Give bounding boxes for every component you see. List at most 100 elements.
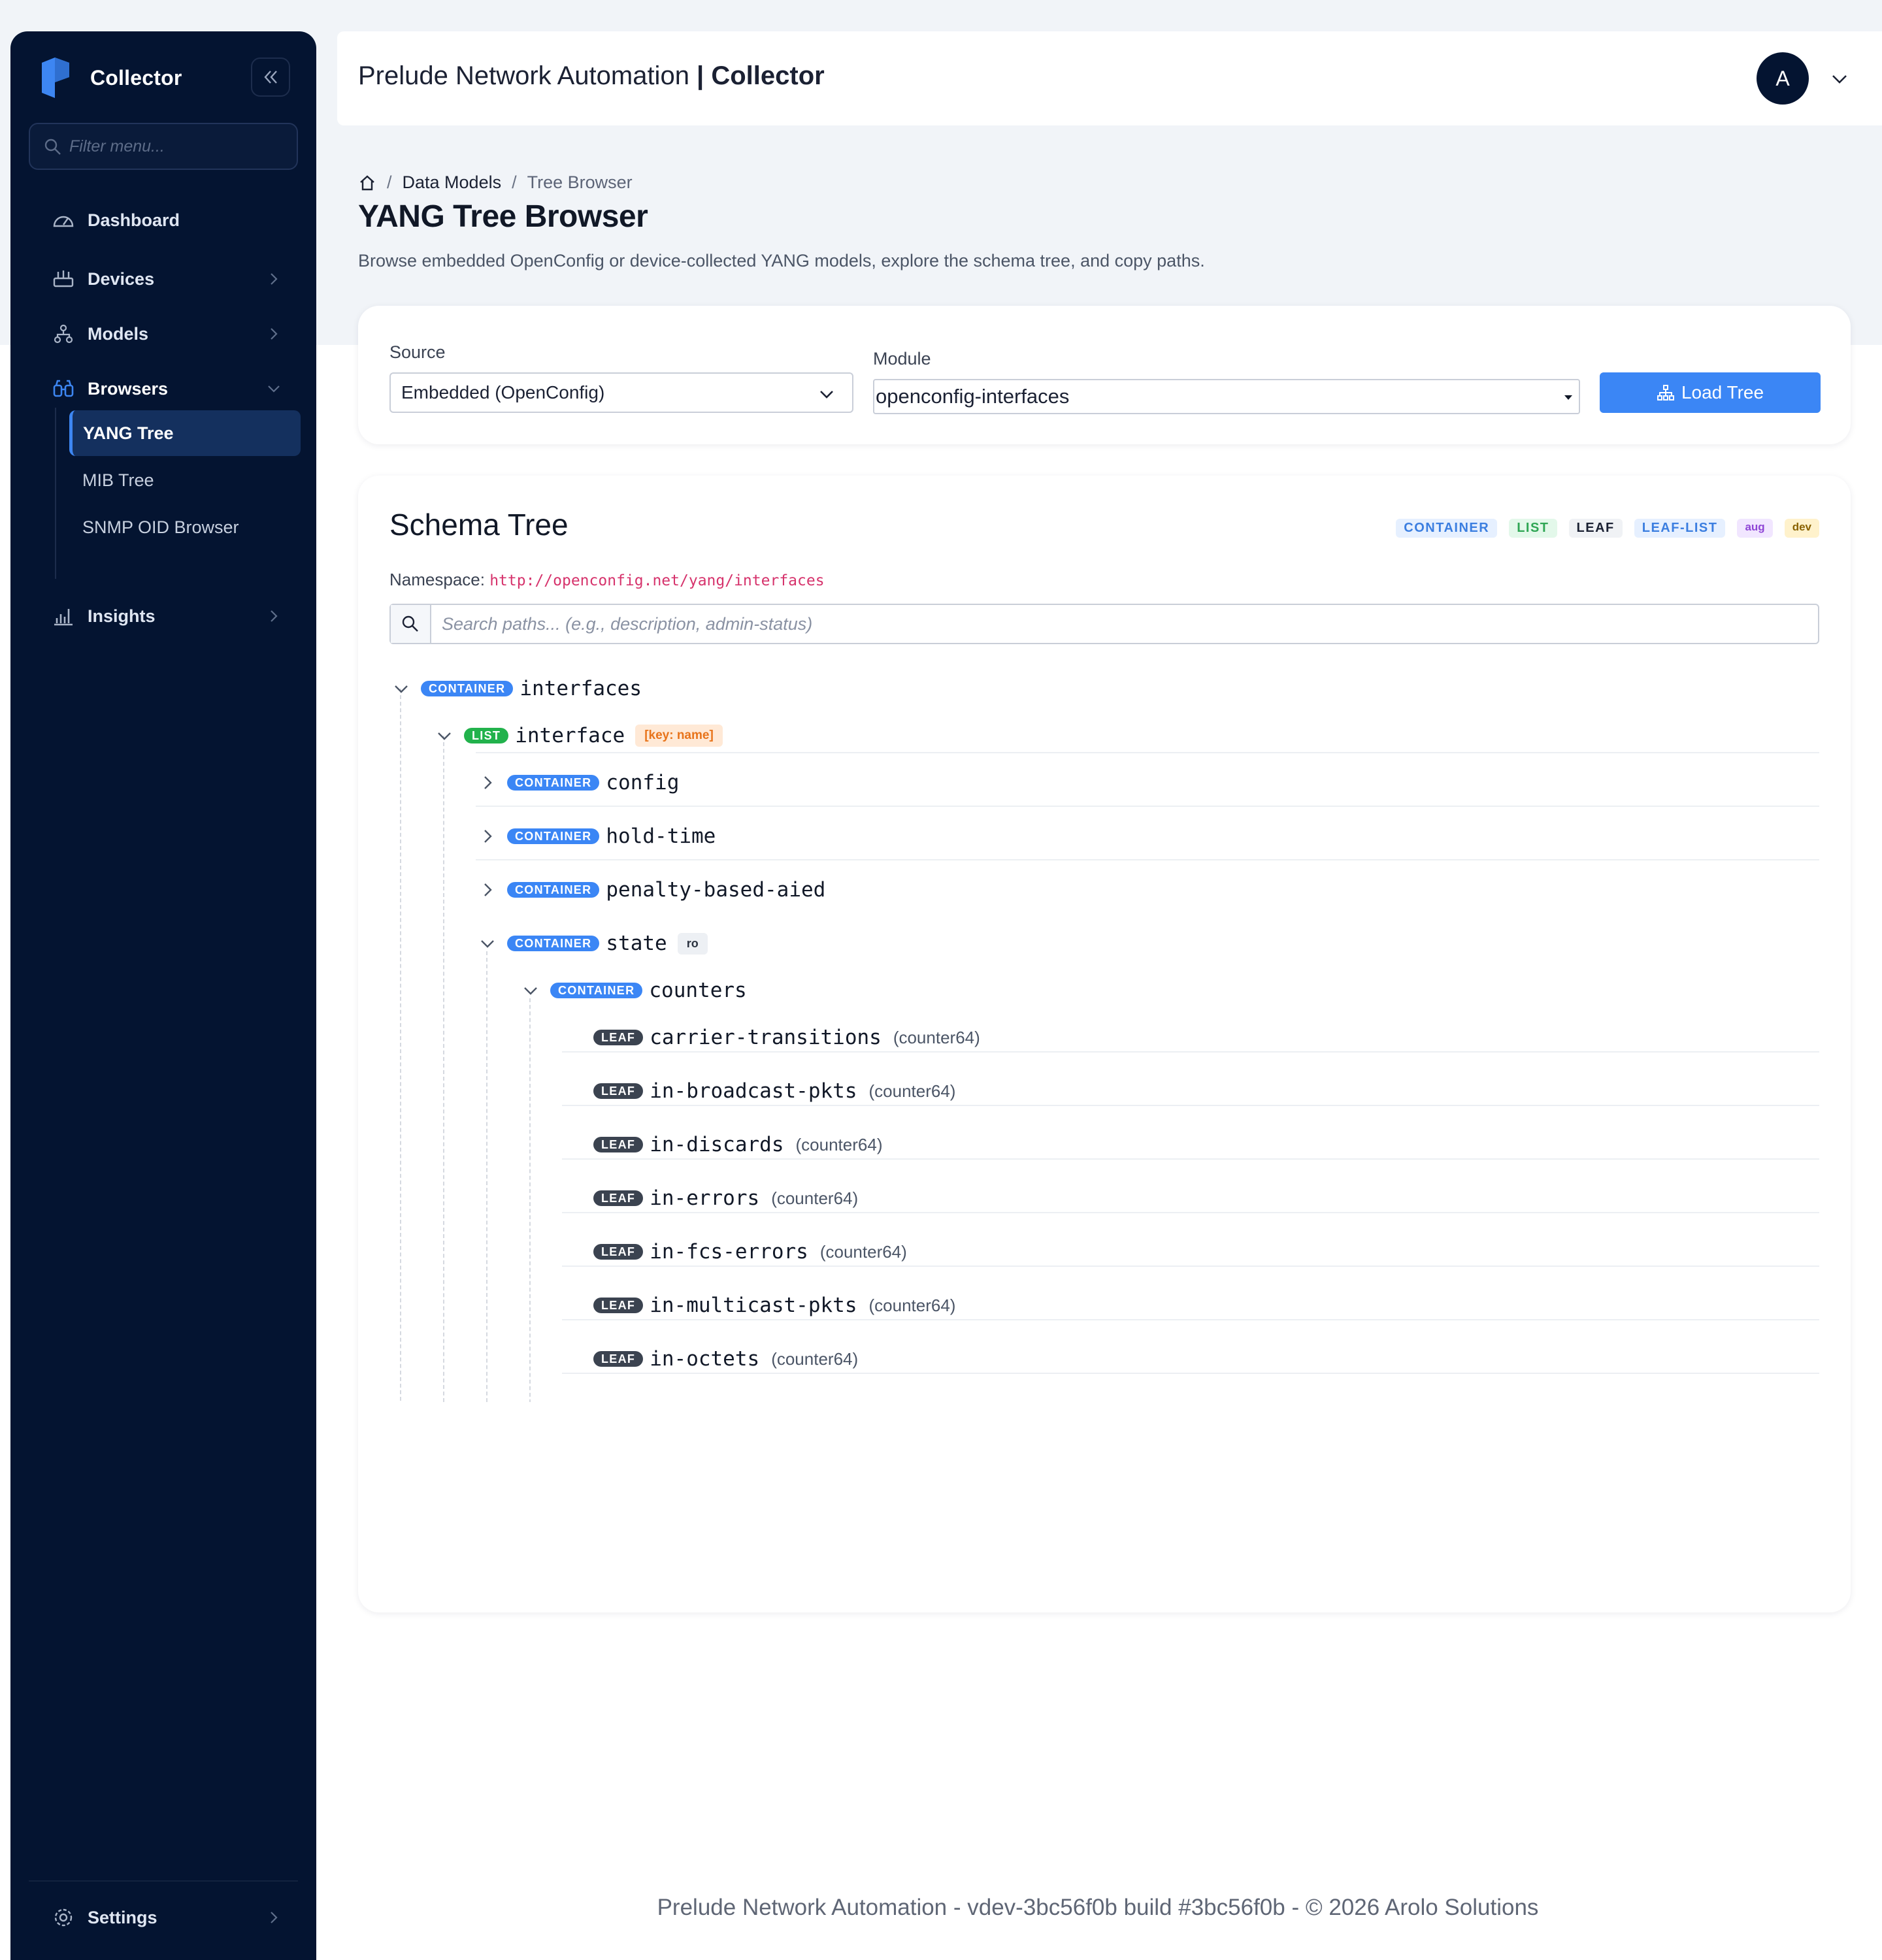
nav-insights[interactable]: Insights <box>29 595 298 638</box>
module-select[interactable]: openconfig-interfaces <box>873 379 1580 414</box>
chevron-down-icon[interactable] <box>519 979 542 1002</box>
tree-leaf-node[interactable]: LEAF in-broadcast-pkts (counter64) <box>562 1068 955 1115</box>
legend-dev: dev <box>1784 519 1819 538</box>
chevron-right-icon[interactable] <box>476 878 499 902</box>
sidebar-item-mib-tree[interactable]: MIB Tree <box>69 457 301 503</box>
home-icon[interactable] <box>358 174 376 192</box>
indent-guide <box>529 998 531 1402</box>
gauge-icon <box>53 216 74 227</box>
node-data-type: (counter64) <box>868 1081 956 1101</box>
schema-tree-title: Schema Tree <box>389 508 569 542</box>
legend-leaf: LEAF <box>1568 519 1623 538</box>
models-icon <box>54 324 73 344</box>
search-icon-box <box>391 605 431 643</box>
node-name[interactable]: interface <box>515 724 625 747</box>
tree-leaf-node[interactable]: LEAF in-fcs-errors (counter64) <box>562 1228 907 1275</box>
tree-node[interactable]: CONTAINER counters <box>519 967 747 1014</box>
source-label: Source <box>389 342 446 362</box>
chevron-down-icon <box>820 391 833 399</box>
tree-leaf-node[interactable]: LEAFin-pkts(counter64) <box>562 1389 834 1402</box>
node-name[interactable]: state <box>606 932 667 955</box>
sidebar-item-yang-tree[interactable]: YANG Tree <box>69 410 301 456</box>
avatar-initial: A <box>1775 66 1790 90</box>
node-type-badge: LEAF <box>593 1351 644 1367</box>
node-data-type: (counter64) <box>771 1348 859 1369</box>
node-type-badge: CONTAINER <box>507 828 600 844</box>
filter-menu[interactable] <box>29 123 298 170</box>
load-tree-button[interactable]: Load Tree <box>1600 372 1821 413</box>
sidebar-item-label: MIB Tree <box>82 470 154 490</box>
node-type-badge: LEAF <box>593 1244 644 1260</box>
breadcrumb-data-models[interactable]: Data Models <box>403 172 502 193</box>
chevron-down-icon[interactable] <box>389 677 413 700</box>
tree-search-input[interactable] <box>431 613 1804 634</box>
tree-leaf-node[interactable]: LEAF in-multicast-pkts (counter64) <box>562 1282 955 1329</box>
node-data-type: (counter64) <box>868 1295 956 1315</box>
nav-devices-label: Devices <box>88 269 155 289</box>
module-label: Module <box>873 349 931 368</box>
breadcrumb-tree-browser: Tree Browser <box>527 172 633 192</box>
node-name[interactable]: penalty-based-aied <box>606 878 825 902</box>
devices-icon <box>53 270 74 287</box>
node-name[interactable]: counters <box>649 979 746 1002</box>
chevron-right-icon[interactable] <box>476 771 499 794</box>
tree-node[interactable]: CONTAINER hold-time <box>476 813 716 860</box>
node-name[interactable]: config <box>606 771 679 794</box>
chevron-down-icon[interactable] <box>1830 69 1849 89</box>
sidebar-divider <box>29 1880 298 1882</box>
node-name[interactable]: hold-time <box>606 825 716 848</box>
filter-menu-input[interactable] <box>69 137 285 156</box>
node-type-badge: CONTAINER <box>507 775 600 791</box>
tree-leaf-node[interactable]: LEAF carrier-transitions (counter64) <box>562 1014 980 1061</box>
nav-browsers[interactable]: Browsers <box>29 367 298 410</box>
tree-node[interactable]: CONTAINER config <box>476 759 679 806</box>
tree-node[interactable]: CONTAINER state ro <box>476 920 708 967</box>
node-name[interactable]: in-multicast-pkts <box>650 1294 857 1317</box>
tree-search[interactable] <box>389 604 1819 644</box>
nav-devices[interactable]: Devices <box>29 257 298 301</box>
page-subtitle: Browse embedded OpenConfig or device-col… <box>358 251 1205 270</box>
source-select-value: Embedded (OpenConfig) <box>401 382 605 402</box>
legend-list: LIST <box>1509 519 1557 538</box>
sidebar: Collector Dashboard Devices Models Brows… <box>10 31 316 1960</box>
read-only-tag: ro <box>677 932 708 955</box>
indent-guide <box>486 951 487 1402</box>
avatar[interactable]: A <box>1757 52 1809 105</box>
tree-node[interactable]: LIST interface [key: name] <box>433 712 723 759</box>
chevron-down-icon[interactable] <box>476 932 499 955</box>
namespace-value: http://openconfig.net/yang/interfaces <box>489 572 825 589</box>
brand-name: Collector <box>90 65 182 90</box>
node-name[interactable]: in-octets <box>650 1347 759 1371</box>
collapse-sidebar-button[interactable] <box>251 57 290 97</box>
double-chevron-left-icon <box>264 71 277 84</box>
breadcrumb: / Data Models / Tree Browser <box>358 172 633 193</box>
tree-leaf-node[interactable]: LEAF in-discards (counter64) <box>562 1121 882 1168</box>
node-data-type: (counter64) <box>819 1241 907 1262</box>
chevron-down-icon[interactable] <box>433 724 456 747</box>
node-name[interactable]: interfaces <box>520 677 642 700</box>
nav-browsers-label: Browsers <box>88 378 169 399</box>
sidebar-item-snmp-oid-browser[interactable]: SNMP OID Browser <box>69 504 301 550</box>
search-icon <box>402 615 418 632</box>
node-name[interactable]: in-errors <box>650 1186 759 1210</box>
nav-dashboard[interactable]: Dashboard <box>29 199 298 242</box>
tree-node[interactable]: CONTAINER interfaces <box>389 665 642 712</box>
node-name[interactable]: carrier-transitions <box>650 1026 882 1049</box>
node-name[interactable]: in-discards <box>650 1133 784 1156</box>
nav-models[interactable]: Models <box>29 312 298 355</box>
node-type-legend: CONTAINER LIST LEAF LEAF-LIST aug dev <box>1396 519 1819 538</box>
app-title-prefix: Prelude Network Automation <box>358 61 689 90</box>
node-name[interactable]: in-fcs-errors <box>650 1240 808 1264</box>
nav-models-label: Models <box>88 323 149 344</box>
source-card: Source Embedded (OpenConfig) Module open… <box>358 306 1851 444</box>
brand[interactable]: Collector <box>39 56 182 99</box>
node-type-badge: LEAF <box>593 1083 644 1099</box>
tree-node[interactable]: CONTAINER penalty-based-aied <box>476 866 825 913</box>
source-select[interactable]: Embedded (OpenConfig) <box>389 372 853 413</box>
tree-leaf-node[interactable]: LEAF in-octets (counter64) <box>562 1335 858 1382</box>
sidebar-item-label: SNMP OID Browser <box>82 517 239 537</box>
node-name[interactable]: in-pkts <box>650 1401 735 1402</box>
tree-leaf-node[interactable]: LEAF in-errors (counter64) <box>562 1175 858 1222</box>
chevron-right-icon[interactable] <box>476 825 499 848</box>
node-name[interactable]: in-broadcast-pkts <box>650 1079 857 1103</box>
